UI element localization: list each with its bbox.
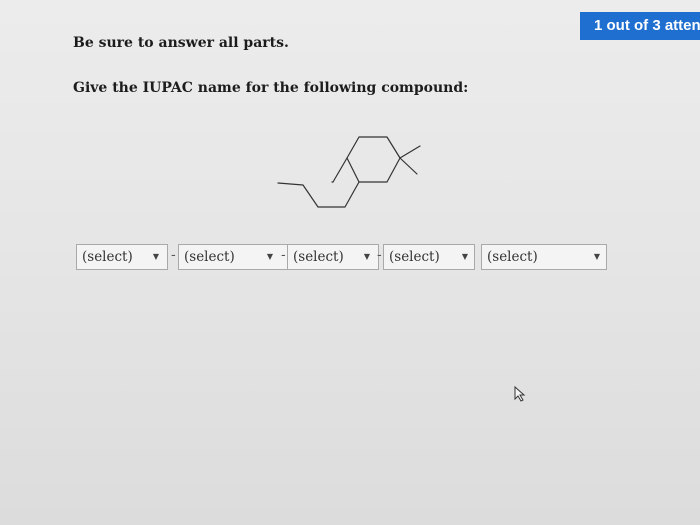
select-dropdown-5[interactable]: (select) ▼ bbox=[481, 244, 607, 270]
mouse-pointer-icon bbox=[514, 385, 526, 402]
select-dropdown-1[interactable]: (select) ▼ bbox=[76, 244, 168, 270]
chevron-down-icon: ▼ bbox=[461, 252, 469, 261]
chevron-down-icon: ▼ bbox=[266, 252, 274, 261]
select-dropdown-2[interactable]: (select) ▼ bbox=[178, 244, 288, 270]
select-label: (select) bbox=[293, 249, 344, 265]
select-label: (select) bbox=[487, 249, 538, 265]
select-dropdown-3[interactable]: (select) ▼ bbox=[287, 244, 379, 270]
select-label: (select) bbox=[389, 249, 440, 265]
select-dropdown-4[interactable]: (select) ▼ bbox=[383, 244, 475, 270]
select-label: (select) bbox=[184, 249, 235, 265]
instruction-text: Be sure to answer all parts. bbox=[73, 35, 289, 51]
hyphen-separator: - bbox=[377, 248, 382, 263]
chevron-down-icon: ▼ bbox=[363, 252, 371, 261]
hyphen-separator: - bbox=[171, 248, 176, 263]
chemical-structure-icon bbox=[277, 136, 421, 208]
select-label: (select) bbox=[82, 249, 133, 265]
hyphen-separator: - bbox=[281, 248, 286, 263]
question-text: Give the IUPAC name for the following co… bbox=[73, 80, 469, 96]
chevron-down-icon: ▼ bbox=[152, 252, 160, 261]
attempt-counter: 1 out of 3 atten bbox=[580, 12, 700, 40]
chevron-down-icon: ▼ bbox=[593, 252, 601, 261]
